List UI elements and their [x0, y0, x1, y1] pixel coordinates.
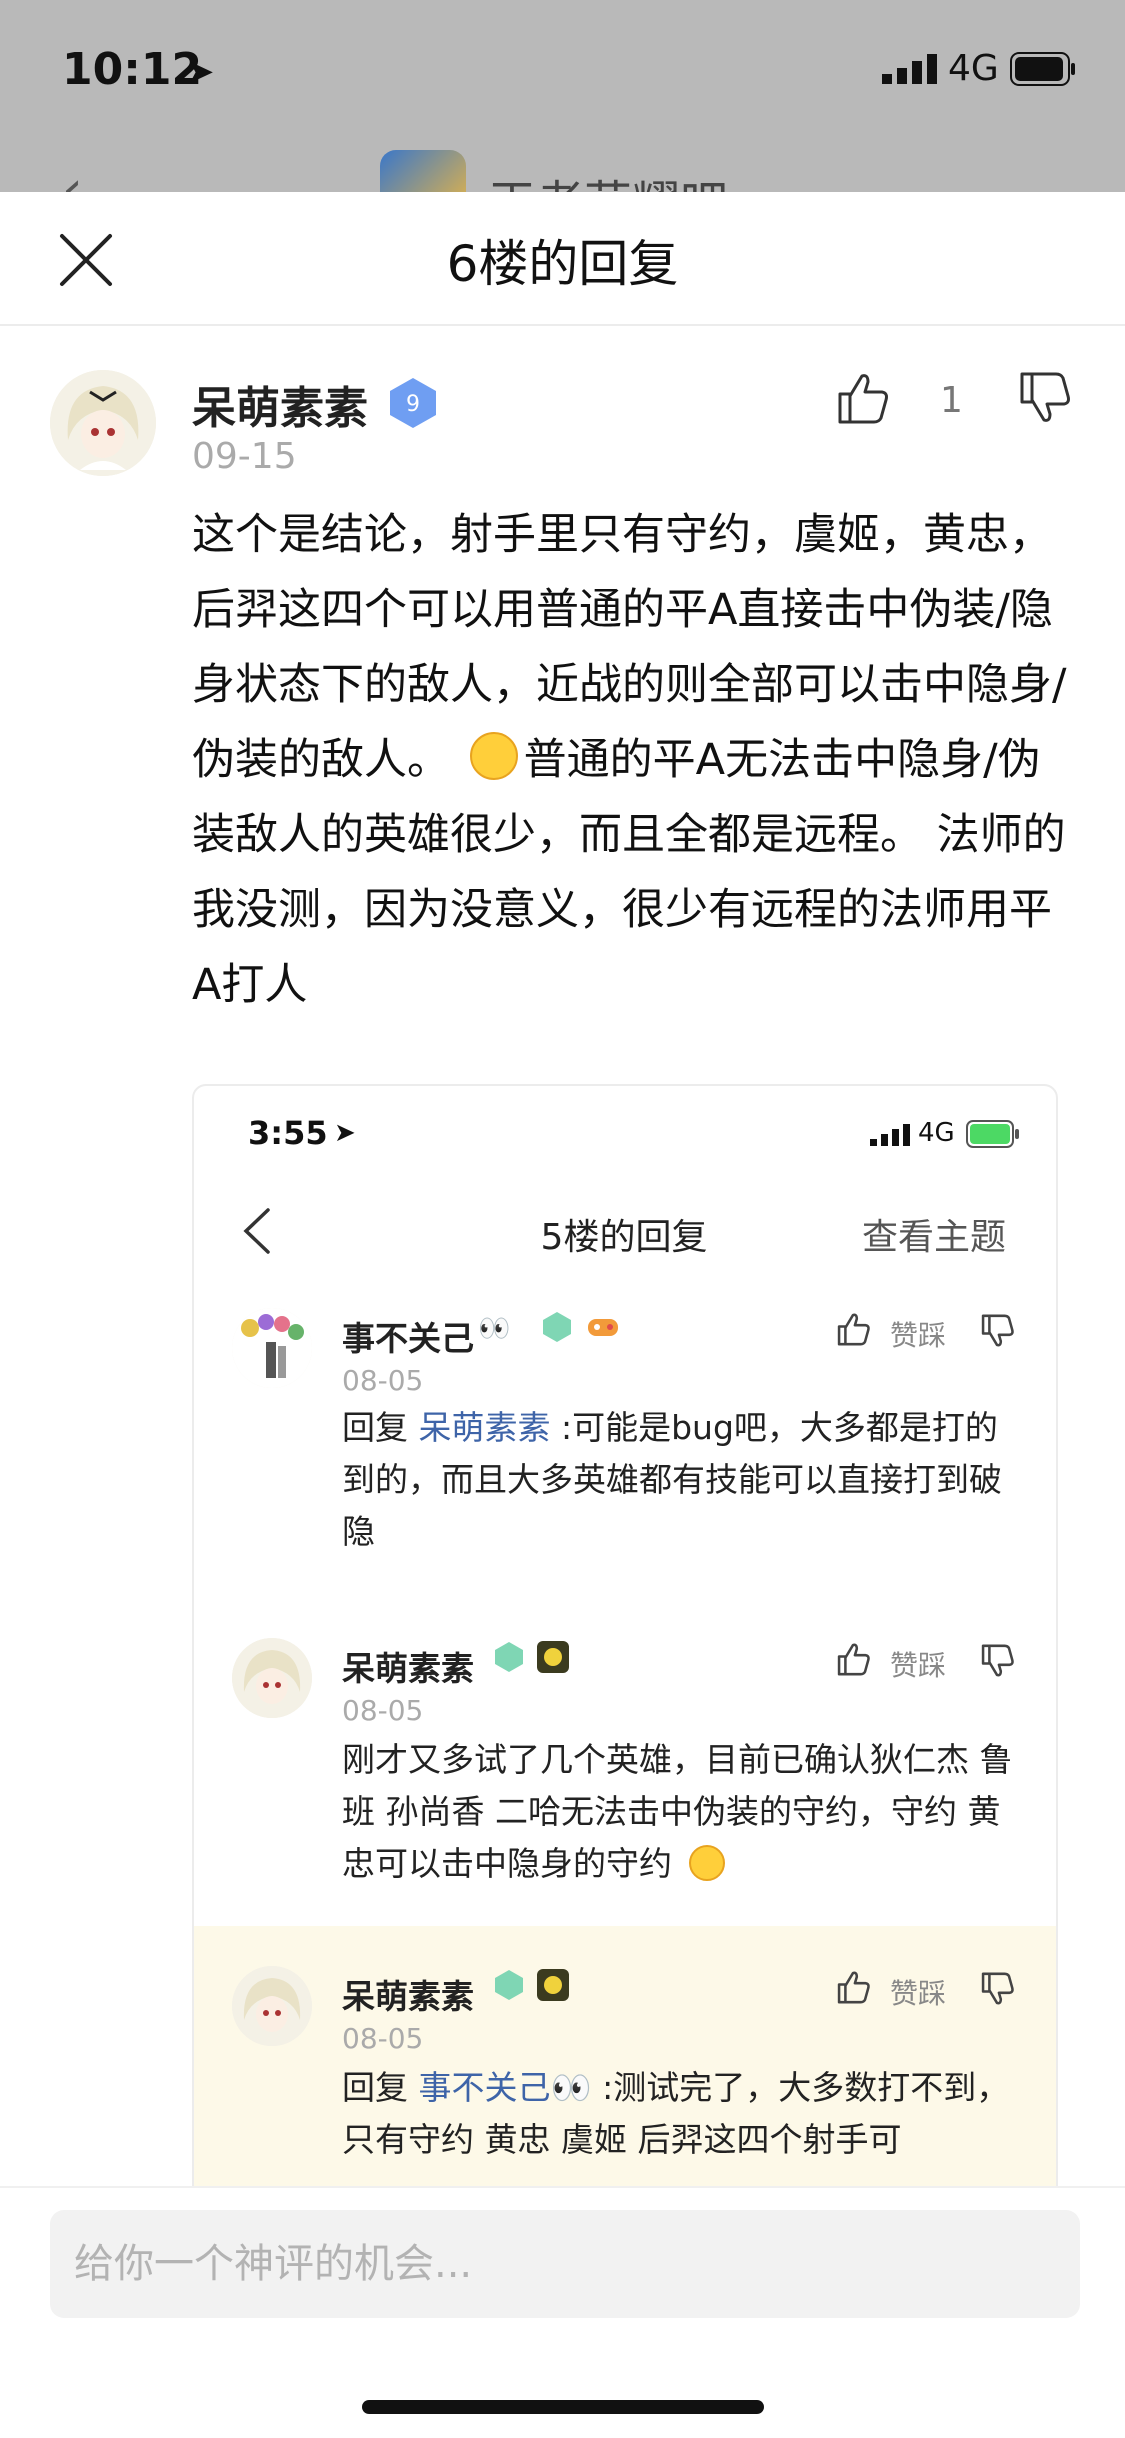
avatar-image [232, 1638, 312, 1718]
comment-input[interactable] [50, 2210, 1080, 2318]
comment-text: 回复 呆萌素素 :可能是bug吧，大多都是打的到的，而且大多英雄都有技能可以直接… [342, 1408, 1002, 1551]
comment-date: 08-05 [342, 1694, 424, 1727]
mention-link: 事不关己 [418, 2068, 551, 2107]
avatar [232, 1308, 312, 1388]
avatar-image [232, 1308, 312, 1388]
status-bar: 10:12 ➤ 4G ‹ 王者荣耀吧 [0, 0, 1125, 232]
comment-author: 事不关己 [342, 1319, 474, 1358]
mention-link: 呆萌素素 [418, 1408, 551, 1447]
thumb-down-icon [981, 1972, 1014, 2005]
svg-text:9: 9 [406, 392, 420, 417]
avatar[interactable] [50, 370, 156, 476]
avatar [232, 1966, 312, 2046]
thumb-down-icon[interactable] [1014, 368, 1074, 428]
comment-date: 08-05 [342, 2022, 424, 2055]
sheet-header: 6楼的回复 [0, 192, 1125, 326]
reply-sheet: 6楼的回复 呆萌素素 9 09-15 1 这个是结论，射手里只有守约，虞姬，黄忠… [0, 192, 1125, 2436]
embedded-network: 4G [918, 1118, 955, 1148]
step-label: 赞踩 [890, 1977, 947, 2010]
network-type: 4G [948, 48, 999, 89]
emoji-icon [688, 1845, 725, 1881]
step-label: 赞踩 [890, 1649, 947, 1682]
home-indicator[interactable] [362, 2400, 764, 2414]
sun-badge-icon [537, 1969, 569, 2001]
comment-author: 呆萌素素 [342, 1977, 474, 2016]
gamepad-icon [588, 1319, 618, 1336]
location-arrow-icon: ➤ [186, 52, 215, 92]
thumb-up-icon [837, 1971, 870, 2004]
reply-date: 09-15 [192, 436, 297, 477]
like-count: 1 [940, 380, 963, 421]
step-label: 赞踩 [890, 1319, 947, 1352]
comment-text: 回复 事不关己👀 :测试完了，大多数打不到，只有守约 黄忠 虞姬 后羿这四个射手… [342, 2068, 1010, 2159]
comment-author: 呆萌素素 [342, 1649, 474, 1688]
view-topic-link: 查看主题 [862, 1217, 1007, 1258]
gem-badge-icon [495, 1970, 523, 2000]
avatar-image [50, 370, 156, 476]
embedded-battery-icon [966, 1120, 1019, 1148]
author-name[interactable]: 呆萌素素 [192, 372, 368, 436]
comment-date: 08-05 [342, 1364, 424, 1397]
avatar [232, 1638, 312, 1718]
sun-badge-icon [537, 1641, 569, 1673]
signal-icon [882, 54, 937, 84]
emoji-icon [469, 732, 518, 780]
thumb-down-icon [981, 1314, 1014, 1347]
reply-content: 这个是结论，射手里只有守约，虞姬，黄忠，后羿这四个可以用普通的平A直接击中伪装/… [192, 498, 1072, 1023]
thumb-up-icon[interactable] [832, 368, 892, 428]
gem-badge-icon [543, 1312, 571, 1342]
embedded-status-time: 3:55 [248, 1114, 328, 1152]
sheet-title: 6楼的回复 [446, 235, 679, 293]
avatar-image [232, 1966, 312, 2046]
embedded-signal-icon [870, 1124, 910, 1146]
thumb-down-icon [981, 1644, 1014, 1677]
status-time: 10:12 [62, 44, 203, 95]
eyes-emoji: 👀 [550, 2068, 592, 2107]
gem-badge-icon [495, 1642, 523, 1672]
level-badge: 9 [390, 378, 436, 428]
eyes-emoji: 👀 [478, 1314, 511, 1344]
comment-text: 刚才又多试了几个英雄，目前已确认狄仁杰 鲁班 孙尚香 二哈无法击中伪装的守约，守… [342, 1740, 1013, 1883]
thumb-up-icon [837, 1643, 870, 1676]
embedded-location-icon: ➤ [334, 1118, 356, 1148]
comment-input-bar [0, 2186, 1125, 2438]
thumb-up-icon [837, 1313, 870, 1346]
battery-icon [1010, 52, 1075, 86]
